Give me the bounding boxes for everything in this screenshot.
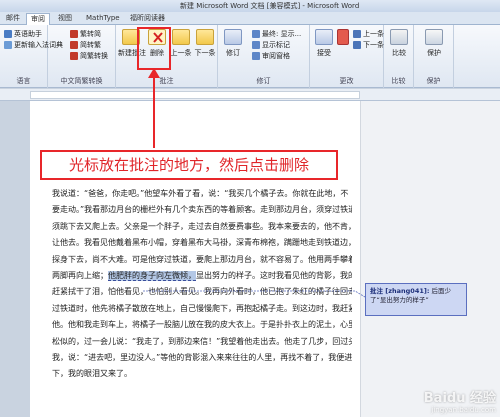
arrow-head	[148, 68, 160, 78]
comment-author: 批注 [zhang041]:	[370, 287, 430, 295]
comment-connector	[143, 68, 366, 298]
comment-balloon[interactable]: 批注 [zhang041]: 后面少了“显出努力的样子”	[365, 283, 467, 316]
watermark-main: Baidu 经验	[423, 391, 496, 406]
instruction-caption: 光标放在批注的地方，然后点击删除	[40, 150, 338, 180]
watermark-sub: jingyan.baidu.com	[431, 406, 496, 414]
watermark: Baidu 经验 jingyan.baidu.com	[424, 387, 496, 414]
